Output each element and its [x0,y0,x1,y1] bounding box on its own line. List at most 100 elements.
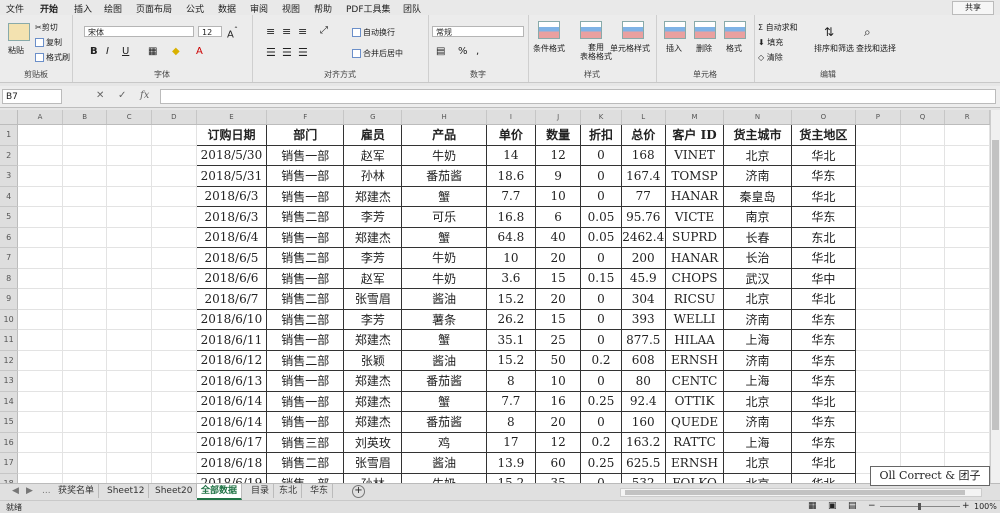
table-cell[interactable]: 番茄酱 [401,165,487,187]
table-cell[interactable]: 0 [580,329,622,351]
number-format-select[interactable]: 常规 [432,26,524,37]
row-header[interactable]: 11 [0,329,19,351]
table-cell[interactable]: 酱油 [401,288,487,310]
empty-cell[interactable] [151,165,197,187]
empty-cell[interactable] [62,206,108,228]
table-cell[interactable]: 华东 [790,431,857,453]
menu-data[interactable]: 数据 [218,2,236,15]
table-cell[interactable]: 销售二部 [266,349,345,371]
table-cell[interactable]: 35.1 [485,329,536,351]
table-cell[interactable]: 35 [534,472,582,483]
row-header[interactable]: 3 [0,165,19,187]
table-cell[interactable]: 销售二部 [266,206,345,228]
empty-cell[interactable] [62,124,108,146]
row-header[interactable]: 16 [0,432,19,453]
vertical-scroll-thumb[interactable] [992,140,999,430]
empty-cell[interactable] [944,227,990,248]
font-size-select[interactable]: 12 [198,26,222,37]
table-cell[interactable]: 张雪眉 [343,452,403,474]
add-sheet-button[interactable]: + [352,485,365,498]
table-cell[interactable]: 华东 [790,411,857,433]
sheet-tab-sheet20[interactable]: Sheet20 [151,484,198,498]
table-cell[interactable]: 0.2 [580,431,622,453]
table-cell[interactable]: 酱油 [401,349,487,371]
empty-cell[interactable] [17,350,63,371]
menu-review[interactable]: 审阅 [250,2,268,15]
comma-button[interactable]: , [476,46,479,57]
grow-font-icon[interactable]: Aˆ [227,25,238,40]
empty-cell[interactable] [62,350,108,371]
empty-cell[interactable] [17,391,63,412]
table-cell[interactable]: 北京 [723,472,792,483]
column-header[interactable]: Q [900,110,946,125]
zoom-level[interactable]: 100% [974,502,997,511]
empty-cell[interactable] [62,309,108,330]
table-cell[interactable]: 8 [485,370,536,392]
autosum-button[interactable]: Σ 自动求和 [758,22,798,33]
table-cell[interactable]: 12 [534,431,582,453]
column-header[interactable]: P [855,110,901,125]
find-select-icon[interactable]: ⌕ [864,25,871,40]
empty-cell[interactable] [855,124,901,146]
empty-cell[interactable] [900,309,946,330]
empty-cell[interactable] [151,473,197,483]
table-cell[interactable]: 销售一部 [266,411,345,433]
table-cell[interactable]: 2018/6/14 [195,411,268,433]
table-cell[interactable]: 销售二部 [266,452,345,474]
table-cell[interactable]: 酱油 [401,452,487,474]
align-middle-icon[interactable]: ≡ [282,25,291,38]
empty-cell[interactable] [944,165,990,187]
row-header[interactable]: 1 [0,124,19,146]
table-cell[interactable]: 销售二部 [266,247,345,269]
table-cell[interactable]: 华东 [790,329,857,351]
table-cell[interactable]: 华东 [790,206,857,228]
table-cell[interactable]: 蟹 [401,185,487,207]
table-cell[interactable]: 番茄酱 [401,370,487,392]
conditional-format-icon[interactable] [538,21,560,39]
empty-cell[interactable] [855,432,901,453]
empty-cell[interactable] [17,247,63,269]
empty-cell[interactable] [855,329,901,351]
empty-cell[interactable] [944,411,990,433]
table-cell[interactable]: 李芳 [343,206,403,228]
column-header[interactable]: I [486,110,536,125]
insert-function-button[interactable]: fx [140,90,149,101]
table-cell[interactable]: 0.25 [580,452,622,474]
table-cell[interactable]: 秦皇岛 [723,185,792,207]
table-cell[interactable]: 销售一部 [266,329,345,351]
empty-cell[interactable] [17,165,63,187]
table-cell[interactable]: 92.4 [620,390,666,412]
table-cell[interactable]: HANAR [664,185,725,207]
table-cell[interactable]: 0.25 [580,390,622,412]
empty-cell[interactable] [151,268,197,289]
empty-cell[interactable] [944,268,990,289]
menu-team[interactable]: 团队 [403,2,421,15]
table-cell[interactable]: QUEDE [664,411,725,433]
table-cell[interactable]: 13.9 [485,452,536,474]
empty-cell[interactable] [900,432,946,453]
empty-cell[interactable] [62,247,108,269]
empty-cell[interactable] [855,227,901,248]
table-cell[interactable]: 2018/6/7 [195,288,268,310]
row-header[interactable]: 14 [0,391,19,412]
row-header[interactable]: 6 [0,227,19,248]
format-cells-icon[interactable] [724,21,746,39]
table-cell[interactable]: 郑建杰 [343,370,403,392]
menu-page-layout[interactable]: 页面布局 [136,2,172,15]
empty-cell[interactable] [17,411,63,433]
empty-cell[interactable] [106,350,152,371]
empty-cell[interactable] [151,329,197,351]
currency-icon[interactable]: ▤ [436,46,445,57]
empty-cell[interactable] [151,309,197,330]
empty-cell[interactable] [17,186,63,207]
empty-cell[interactable] [151,370,197,392]
table-cell[interactable]: 济南 [723,308,792,330]
table-cell[interactable]: 郑建杰 [343,411,403,433]
tab-nav-next-icon[interactable]: ▶ [26,486,33,496]
table-cell[interactable]: 168 [620,144,666,166]
table-cell[interactable]: 济南 [723,349,792,371]
empty-cell[interactable] [17,206,63,228]
table-cell[interactable]: 2018/6/12 [195,349,268,371]
table-cell[interactable]: 2018/6/11 [195,329,268,351]
table-cell[interactable]: 华北 [790,452,857,474]
